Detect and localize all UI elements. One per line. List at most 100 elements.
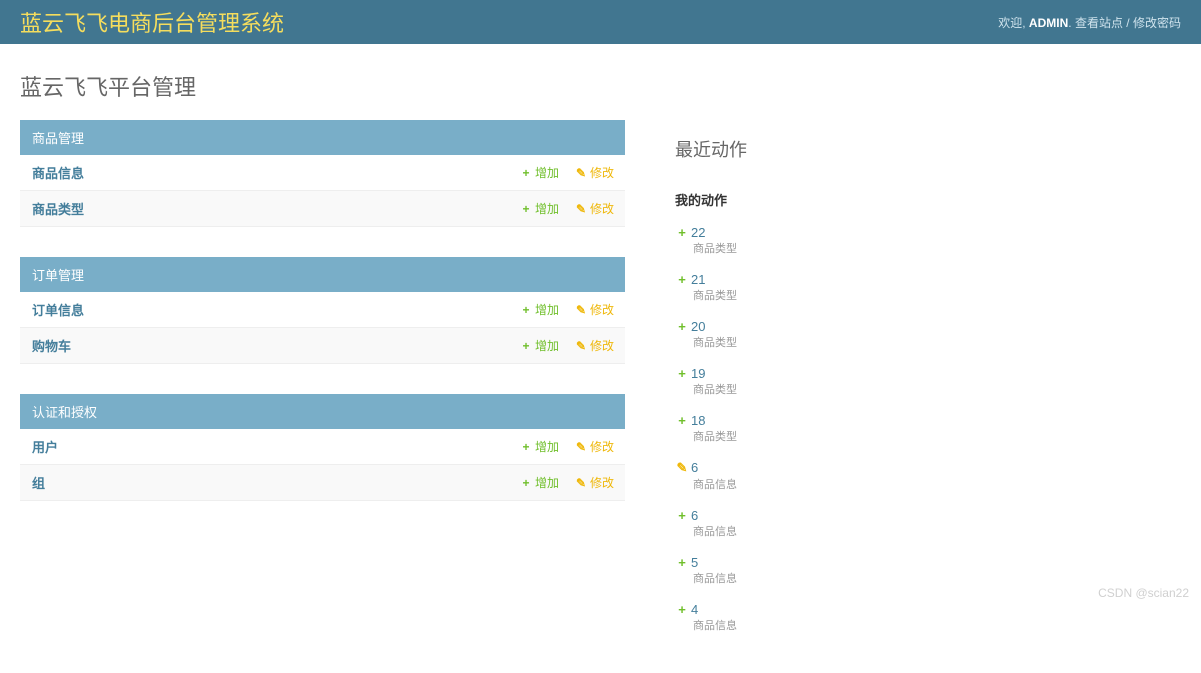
change-link[interactable]: ✎修改 — [574, 476, 614, 490]
add-action: +增加 — [515, 293, 570, 326]
model-row: 购物车 +增加 ✎修改 — [20, 328, 625, 364]
recent-action-item: +22商品类型 — [675, 219, 1161, 266]
app-caption-link[interactable]: 认证和授权 — [32, 405, 97, 420]
model-name-cell: 订单信息 — [20, 292, 515, 327]
recent-action-item: +5商品信息 — [675, 549, 1161, 596]
recent-action-link[interactable]: 18 — [691, 413, 705, 428]
app-caption: 订单管理 — [20, 257, 625, 292]
recent-action-link[interactable]: 21 — [691, 272, 705, 287]
change-link[interactable]: ✎修改 — [574, 166, 614, 180]
add-link[interactable]: +增加 — [519, 339, 559, 353]
brand-link[interactable]: 蓝云飞飞电商后台管理系统 — [20, 6, 284, 38]
change-link[interactable]: ✎修改 — [574, 339, 614, 353]
change-link[interactable]: ✎修改 — [574, 202, 614, 216]
change-link[interactable]: ✎修改 — [574, 440, 614, 454]
recent-actions-title: 最近动作 — [655, 120, 1181, 178]
recent-action-item: ✎6商品信息 — [675, 454, 1161, 502]
model-link[interactable]: 组 — [32, 476, 45, 491]
recent-action-link[interactable]: 6 — [691, 460, 698, 475]
model-link[interactable]: 商品信息 — [32, 166, 84, 181]
pencil-icon: ✎ — [574, 166, 588, 180]
plus-icon: + — [675, 225, 689, 240]
plus-icon: + — [519, 339, 533, 353]
model-link[interactable]: 商品类型 — [32, 202, 84, 217]
add-link[interactable]: +增加 — [519, 202, 559, 216]
link-sep: / — [1126, 16, 1129, 30]
model-name-cell: 商品信息 — [20, 155, 515, 190]
welcome-text: 欢迎, — [998, 16, 1025, 30]
add-action: +增加 — [515, 430, 570, 463]
recent-action-item: +18商品类型 — [675, 407, 1161, 454]
model-actions: +增加 ✎修改 — [515, 466, 625, 499]
recent-action-link[interactable]: 19 — [691, 366, 705, 381]
add-link[interactable]: +增加 — [519, 166, 559, 180]
recent-action-link[interactable]: 5 — [691, 555, 698, 570]
recent-action-type: 商品信息 — [675, 617, 1161, 633]
app-caption-link[interactable]: 订单管理 — [32, 268, 84, 283]
pencil-icon: ✎ — [675, 460, 689, 476]
model-link[interactable]: 购物车 — [32, 339, 71, 354]
app-caption: 商品管理 — [20, 120, 625, 155]
recent-action-type: 商品信息 — [675, 570, 1161, 586]
model-name-cell: 购物车 — [20, 328, 515, 363]
change-password-link[interactable]: 修改密码 — [1133, 16, 1181, 30]
app-caption: 认证和授权 — [20, 394, 625, 429]
recent-action-link[interactable]: 6 — [691, 508, 698, 523]
recent-action-item: +21商品类型 — [675, 266, 1161, 313]
model-row: 商品类型 +增加 ✎修改 — [20, 191, 625, 227]
change-action: ✎修改 — [570, 430, 625, 463]
model-link[interactable]: 用户 — [32, 440, 58, 455]
change-action: ✎修改 — [570, 329, 625, 362]
change-link[interactable]: ✎修改 — [574, 303, 614, 317]
recent-action-item: +4商品信息 — [675, 596, 1161, 643]
pencil-icon: ✎ — [574, 339, 588, 353]
recent-action-line1: +18 — [675, 413, 1161, 428]
header-bar: 蓝云飞飞电商后台管理系统 欢迎, ADMIN. 查看站点 / 修改密码 — [0, 0, 1201, 44]
username: ADMIN — [1029, 16, 1068, 30]
add-action: +增加 — [515, 329, 570, 362]
pencil-icon: ✎ — [574, 476, 588, 490]
plus-icon: + — [675, 366, 689, 381]
add-action: +增加 — [515, 156, 570, 189]
recent-action-type: 商品类型 — [675, 428, 1161, 444]
plus-icon: + — [519, 202, 533, 216]
recent-action-line1: ✎6 — [675, 460, 1161, 476]
model-link[interactable]: 订单信息 — [32, 303, 84, 318]
plus-icon: + — [519, 476, 533, 490]
app-caption-link[interactable]: 商品管理 — [32, 131, 84, 146]
recent-action-line1: +5 — [675, 555, 1161, 570]
add-link[interactable]: +增加 — [519, 303, 559, 317]
model-actions: +增加 ✎修改 — [515, 293, 625, 326]
model-row: 组 +增加 ✎修改 — [20, 465, 625, 501]
model-row: 用户 +增加 ✎修改 — [20, 429, 625, 465]
plus-icon: + — [675, 272, 689, 287]
recent-action-link[interactable]: 22 — [691, 225, 705, 240]
app-module: 订单管理订单信息+增加✎修改购物车+增加✎修改 — [20, 257, 625, 364]
plus-icon: + — [519, 440, 533, 454]
main-column: 商品管理商品信息+增加✎修改商品类型+增加✎修改订单管理订单信息+增加✎修改购物… — [20, 120, 625, 531]
model-actions: +增加 ✎修改 — [515, 156, 625, 189]
model-actions: +增加 ✎修改 — [515, 329, 625, 362]
pencil-icon: ✎ — [574, 202, 588, 216]
model-actions: +增加 ✎修改 — [515, 192, 625, 225]
add-link[interactable]: +增加 — [519, 440, 559, 454]
change-action: ✎修改 — [570, 293, 625, 326]
recent-action-link[interactable]: 4 — [691, 602, 698, 617]
recent-actions-module: 最近动作 我的动作 +22商品类型+21商品类型+20商品类型+19商品类型+1… — [655, 120, 1181, 643]
view-site-link[interactable]: 查看站点 — [1075, 16, 1123, 30]
model-name-cell: 组 — [20, 465, 515, 500]
user-links: 欢迎, ADMIN. 查看站点 / 修改密码 — [998, 14, 1181, 31]
app-module: 认证和授权用户+增加✎修改组+增加✎修改 — [20, 394, 625, 501]
recent-action-link[interactable]: 20 — [691, 319, 705, 334]
plus-icon: + — [675, 602, 689, 617]
recent-action-type: 商品类型 — [675, 381, 1161, 397]
dot: . — [1068, 16, 1071, 30]
recent-action-type: 商品类型 — [675, 334, 1161, 350]
recent-action-item: +6商品信息 — [675, 502, 1161, 549]
plus-icon: + — [519, 166, 533, 180]
recent-action-line1: +19 — [675, 366, 1161, 381]
add-link[interactable]: +增加 — [519, 476, 559, 490]
recent-action-line1: +4 — [675, 602, 1161, 617]
page-title: 蓝云飞飞平台管理 — [20, 70, 1181, 102]
plus-icon: + — [675, 319, 689, 334]
